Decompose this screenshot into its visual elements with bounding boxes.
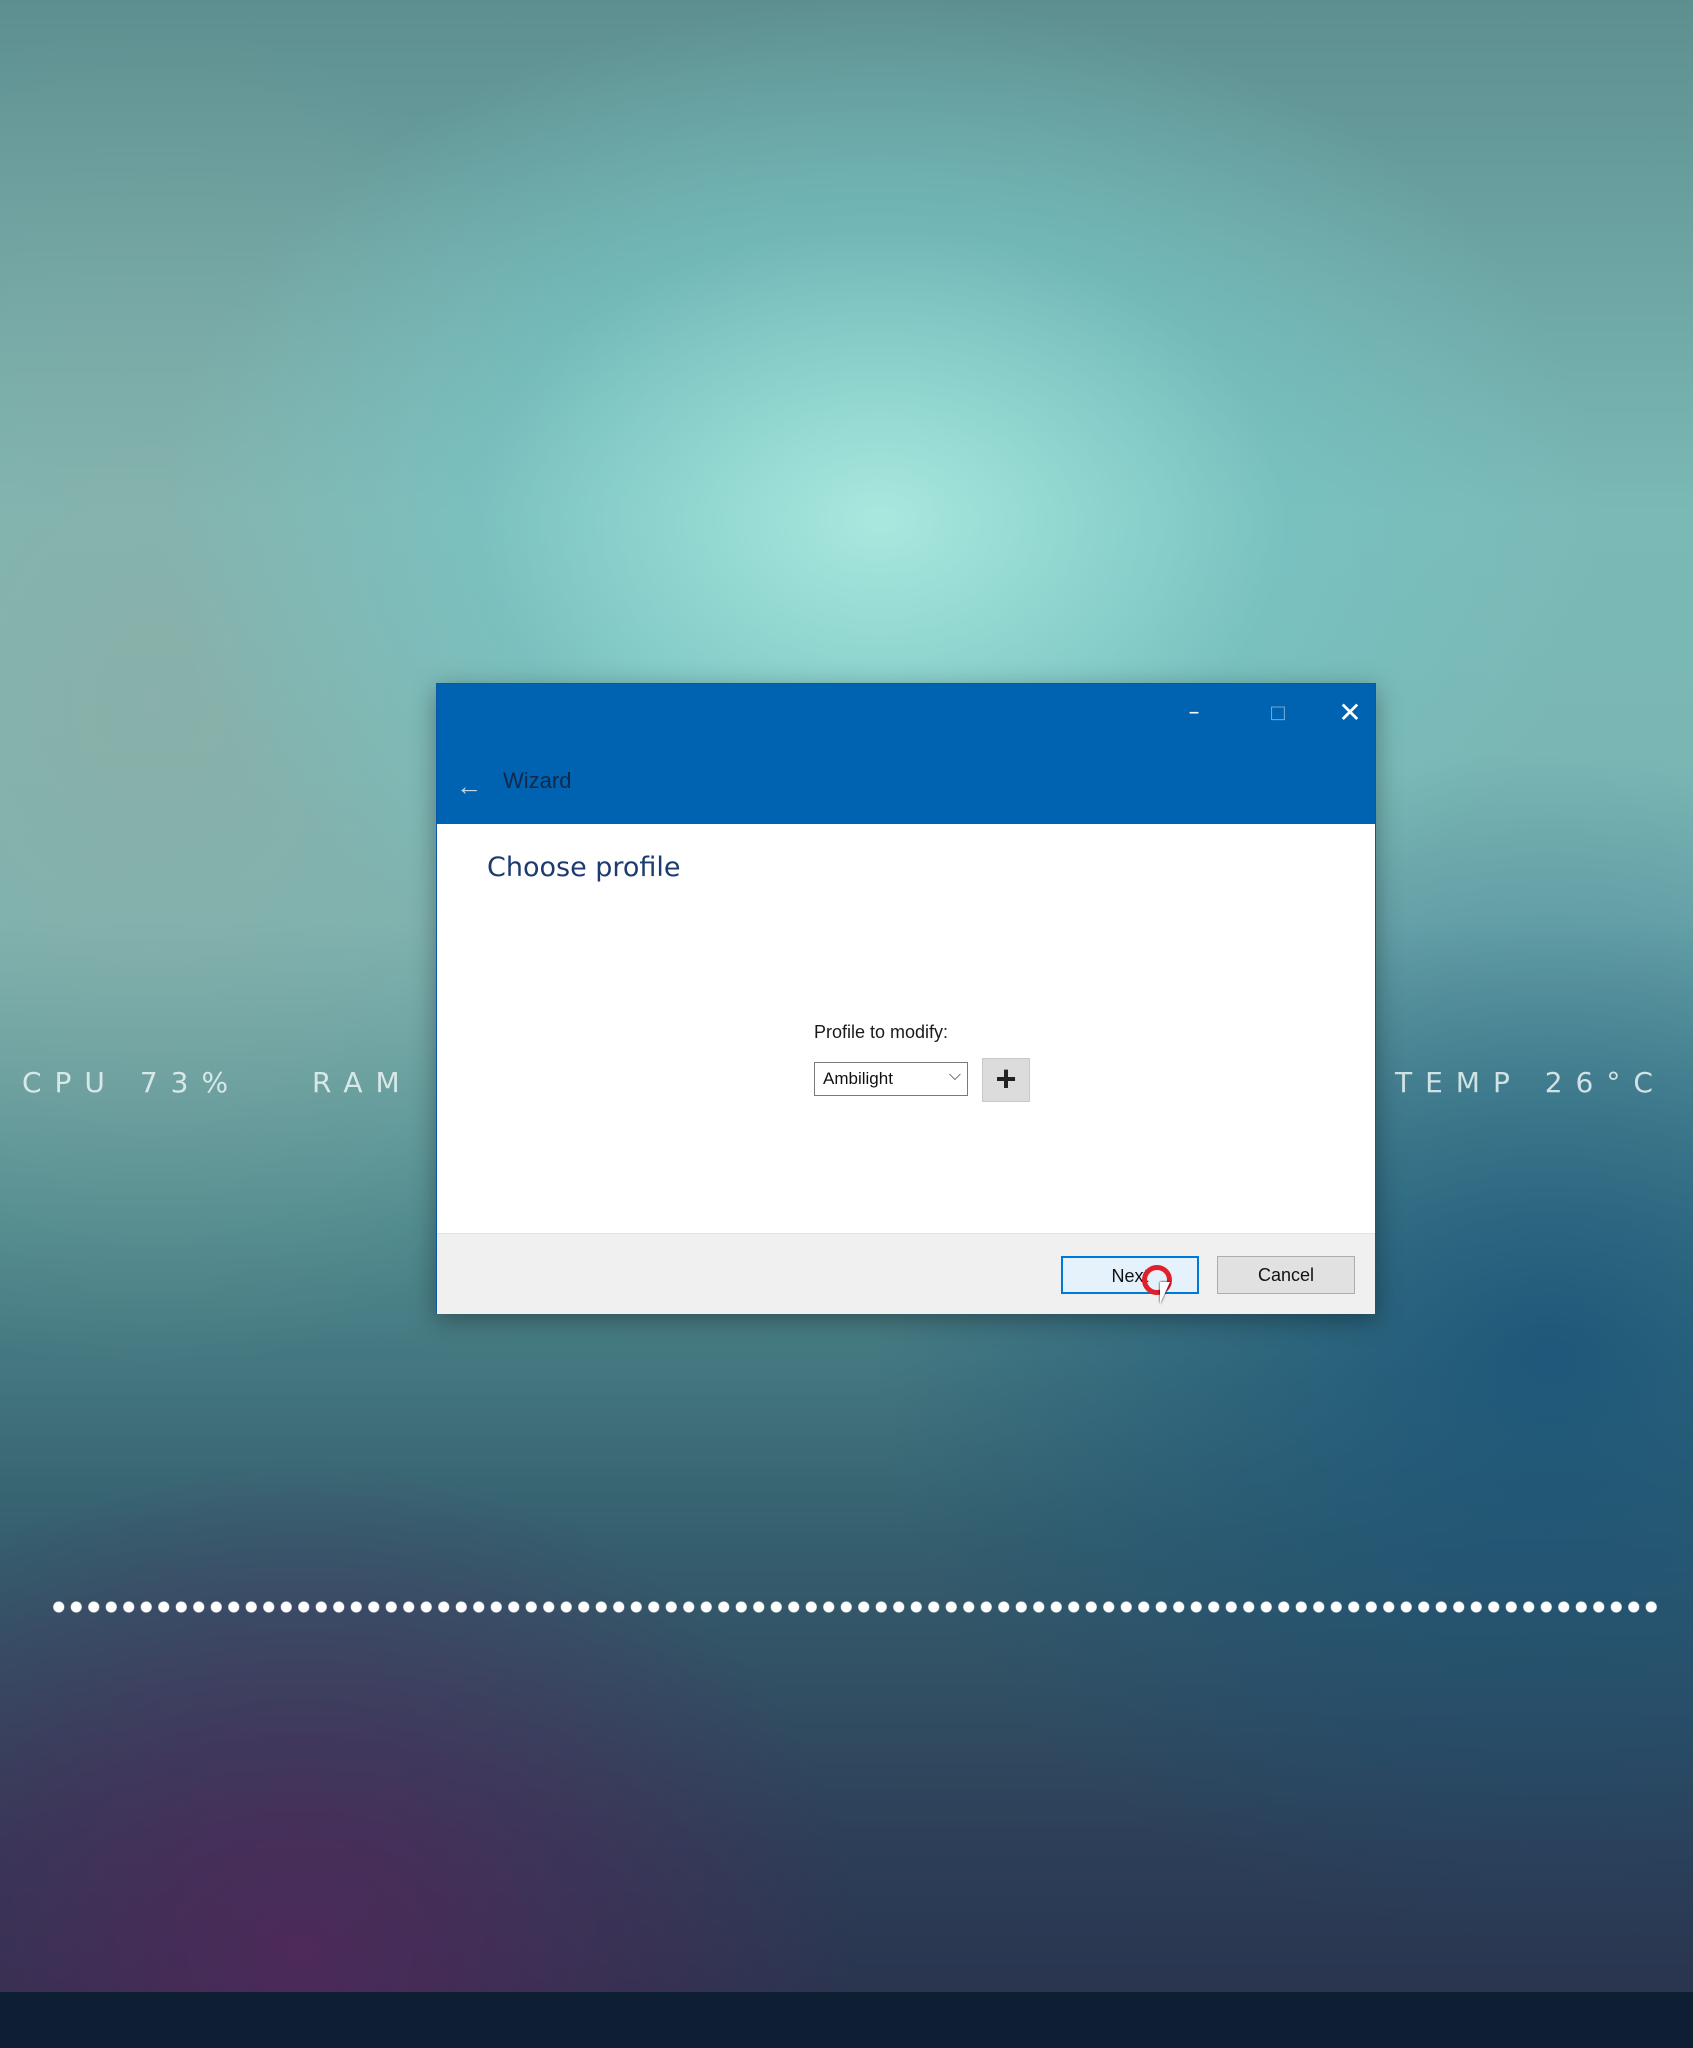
mouse-cursor-icon [1160, 1282, 1170, 1304]
profile-label: Profile to modify: [814, 1022, 949, 1042]
wizard-dialog: – □ ✕ ← Wizard Choose profile Profile to… [436, 683, 1376, 1314]
chevron-down-icon: ⌵ [948, 1067, 961, 1084]
cpu-usage-readout: CPU 73% [22, 1066, 242, 1099]
dialog-title: Wizard [503, 768, 572, 793]
temperature-readout: TEMP 26°C [1395, 1066, 1666, 1099]
dialog-titlebar: – □ ✕ ← Wizard [437, 684, 1375, 824]
add-profile-button[interactable]: + [982, 1058, 1030, 1102]
taskbar [0, 1992, 1693, 2048]
close-button[interactable]: ✕ [1315, 684, 1385, 742]
profile-dropdown[interactable]: Ambilight ⌵ [814, 1062, 968, 1096]
next-button[interactable]: Next [1061, 1256, 1199, 1294]
plus-icon: + [995, 1058, 1017, 1099]
minimize-button[interactable]: – [1159, 684, 1229, 742]
dotted-divider [50, 1600, 1660, 1614]
desktop-background: CPU 73% RAM TEMP 26°C – □ ✕ ← Wizard Cho… [0, 0, 1693, 2048]
profile-dropdown-value: Ambilight [823, 1069, 893, 1088]
back-arrow-icon[interactable]: ← [447, 766, 491, 806]
maximize-button[interactable]: □ [1243, 684, 1313, 742]
page-heading: Choose profile [487, 852, 681, 883]
dialog-footer: Next Cancel [437, 1233, 1375, 1314]
ram-usage-readout: RAM [312, 1066, 413, 1099]
cancel-button[interactable]: Cancel [1217, 1256, 1355, 1294]
